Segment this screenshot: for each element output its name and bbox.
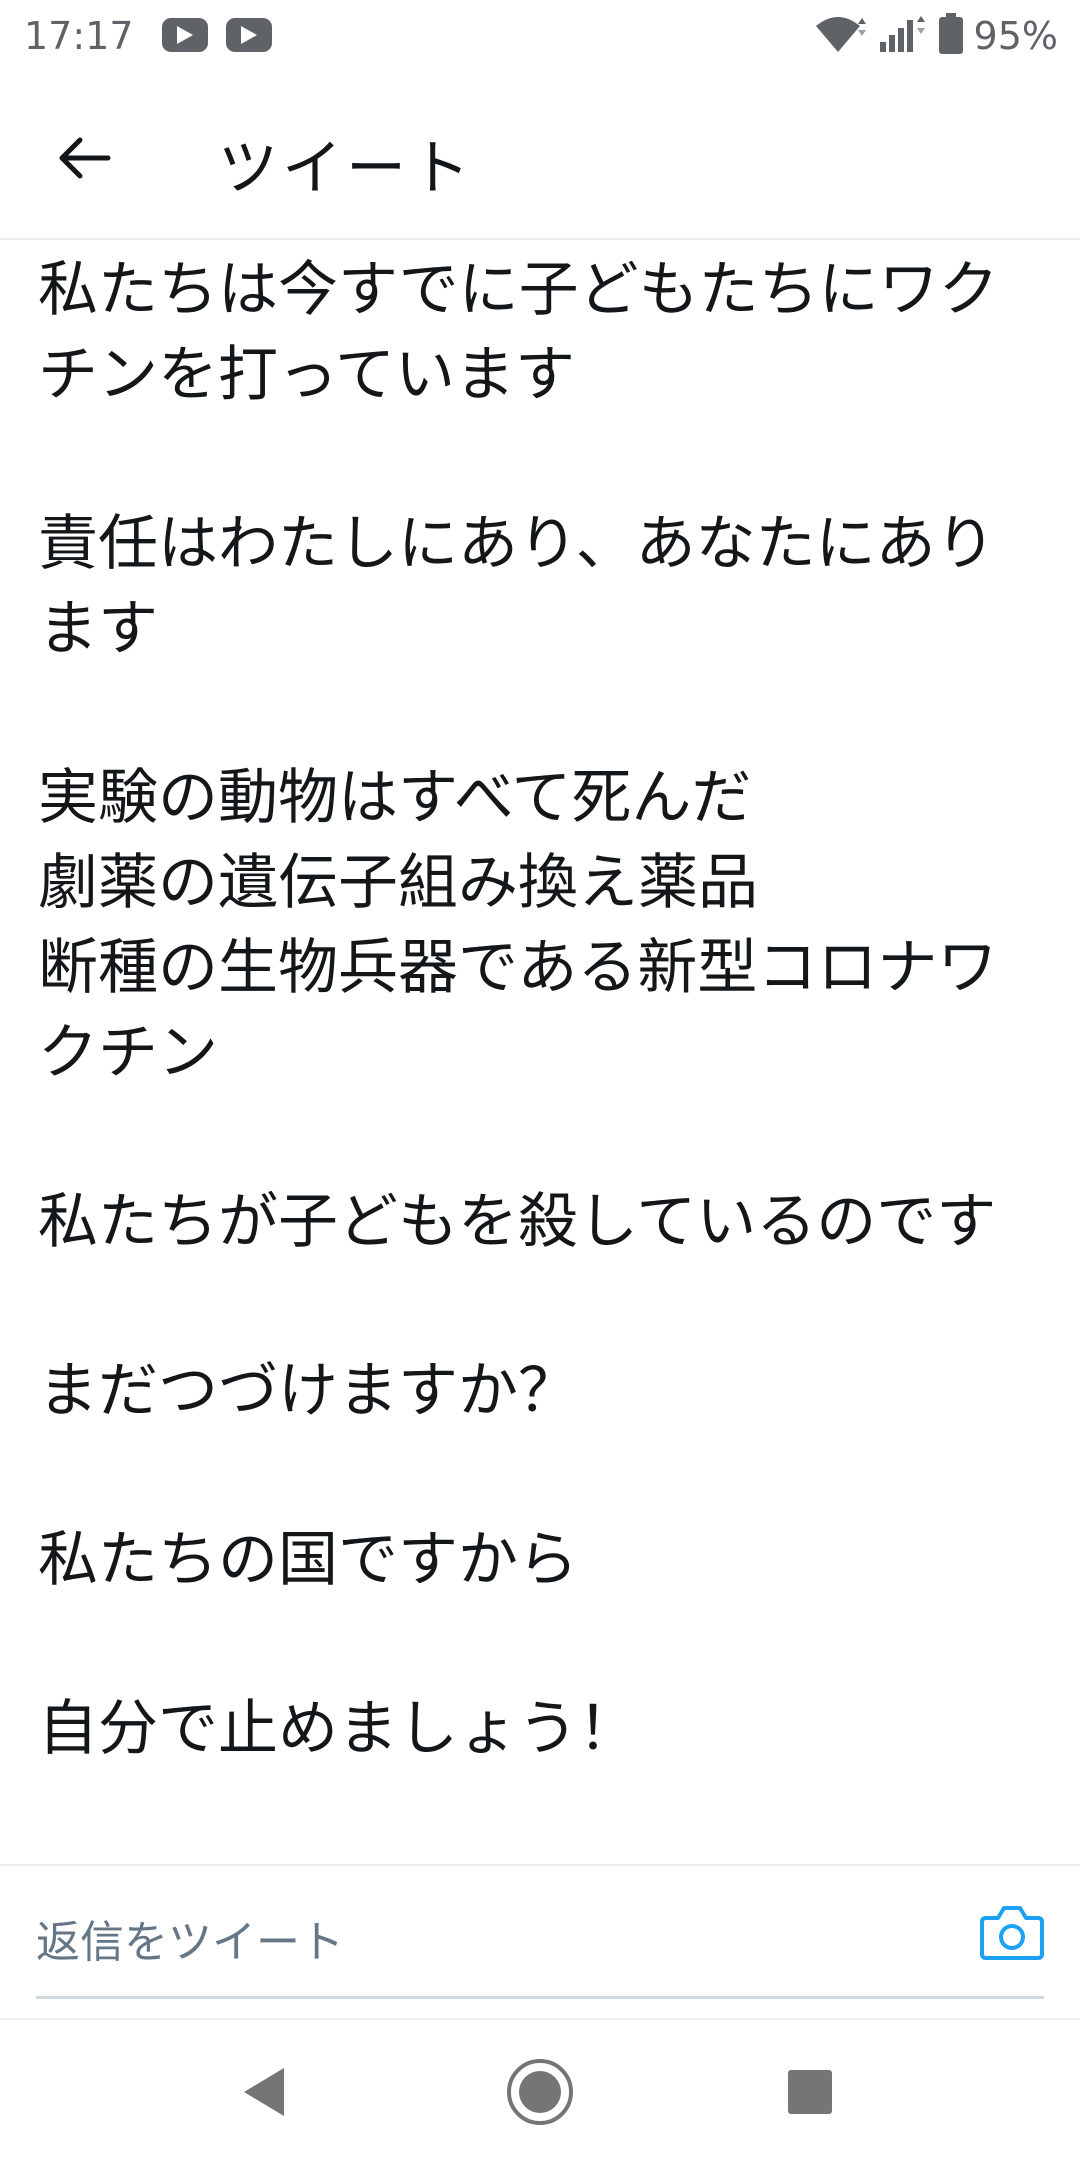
reply-input[interactable]: 返信をツイート xyxy=(36,1866,1044,1999)
tweet-text: 私たちは今すでに子どもたちにワクチンを打っています 責任はわたしにあり、あなたに… xyxy=(38,248,1048,1858)
cellular-signal-icon xyxy=(878,14,928,58)
nav-recents-button[interactable] xyxy=(772,2056,848,2132)
camera-icon[interactable] xyxy=(980,1902,1044,1962)
status-bar: 17:17 95% xyxy=(0,0,1080,72)
tweet-paragraph: 責任はわたしにあり、あなたにあります xyxy=(38,509,996,664)
status-time: 17:17 xyxy=(24,14,134,58)
status-indicators: 95% xyxy=(814,12,1058,60)
nav-home-button[interactable] xyxy=(502,2056,578,2132)
tweet-paragraph: 自分で止めましょう！ xyxy=(38,1694,638,1764)
tweet-paragraph: 私たちが子どもを殺しているのです xyxy=(38,1187,997,1257)
tweet-paragraph: 私たちの国ですから xyxy=(38,1525,578,1595)
home-circle-icon xyxy=(505,2057,575,2131)
tweet-paragraph: 私たちは今すでに子どもたちにワクチンを打っています xyxy=(38,255,999,410)
youtube-icon xyxy=(162,18,208,52)
page-title: ツイート xyxy=(218,134,474,204)
tweet-paragraph: まだつづけますか？ xyxy=(38,1356,578,1426)
tweet-paragraph: 実験の動物はすべて死んだ 劇薬の遺伝子組み換え薬品 断種の生物兵器である新型コロ… xyxy=(38,763,998,1088)
arrow-left-icon xyxy=(56,136,112,184)
triangle-back-icon xyxy=(240,2066,288,2122)
back-button[interactable] xyxy=(48,124,120,196)
wifi-icon xyxy=(814,14,868,58)
app-header: ツイート xyxy=(0,80,1080,240)
reply-placeholder: 返信をツイート xyxy=(36,1917,344,1968)
battery-percent: 95% xyxy=(973,14,1058,58)
nav-back-button[interactable] xyxy=(226,2056,302,2132)
youtube-icon xyxy=(226,18,272,52)
battery-icon xyxy=(938,13,964,59)
system-navigation-bar xyxy=(0,2018,1080,2162)
square-recents-icon xyxy=(786,2068,834,2120)
reply-bar: 返信をツイート xyxy=(0,1864,1080,1999)
